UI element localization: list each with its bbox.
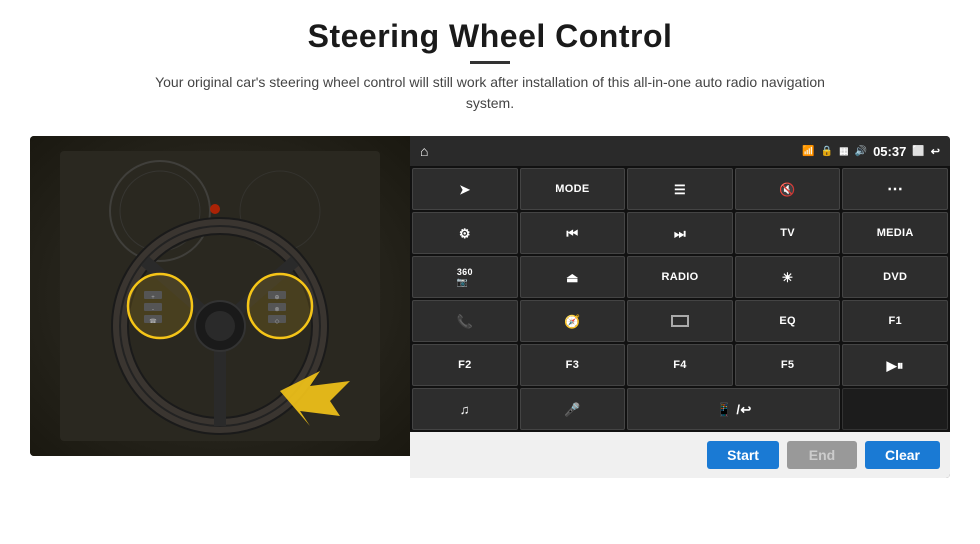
button-grid: ➤ MODE ☰ 🔇 ⋯ ⚙ ⏮ ⏭ TV MEDIA 360📷 ⏏ RADIO…	[410, 166, 950, 432]
btn-call[interactable]: 📱 /↩	[627, 388, 840, 430]
btn-empty	[842, 388, 948, 430]
sim-icon: ▦	[839, 146, 848, 157]
btn-eq[interactable]: EQ	[735, 300, 841, 342]
btn-brightness[interactable]: ☀	[735, 256, 841, 298]
svg-text:◇: ◇	[275, 319, 280, 325]
lock-icon: 🔒	[821, 146, 833, 157]
svg-text:⊕: ⊕	[274, 295, 279, 301]
content-area: + - ☎ ⊕ ⊗ ◇	[30, 136, 950, 478]
status-time: 05:37	[873, 144, 906, 159]
screen-icon: ⬜	[912, 146, 924, 157]
btn-prev[interactable]: ⏮	[520, 212, 626, 254]
btn-f2[interactable]: F2	[412, 344, 518, 386]
btn-music[interactable]: ♫	[412, 388, 518, 430]
home-icon[interactable]: ⌂	[420, 143, 428, 159]
wifi-icon: 📶	[802, 146, 814, 157]
btn-eject[interactable]: ⏏	[520, 256, 626, 298]
btn-next[interactable]: ⏭	[627, 212, 733, 254]
bt-icon: 🔊	[855, 146, 867, 157]
btn-f4[interactable]: F4	[627, 344, 733, 386]
btn-apps[interactable]: ⋯	[842, 168, 948, 210]
btn-screen-switch[interactable]	[627, 300, 733, 342]
svg-text:-: -	[152, 307, 154, 313]
action-bar: Start End Clear	[410, 432, 950, 478]
btn-menu[interactable]: ☰	[627, 168, 733, 210]
back-icon: ↩	[931, 145, 940, 158]
btn-play-pause[interactable]: ▶⏸	[842, 344, 948, 386]
btn-f5[interactable]: F5	[735, 344, 841, 386]
start-button[interactable]: Start	[707, 441, 779, 469]
btn-settings[interactable]: ⚙	[412, 212, 518, 254]
svg-text:+: +	[151, 295, 155, 301]
btn-dvd[interactable]: DVD	[842, 256, 948, 298]
btn-radio[interactable]: RADIO	[627, 256, 733, 298]
btn-cam360[interactable]: 360📷	[412, 256, 518, 298]
page-title: Steering Wheel Control	[150, 18, 830, 55]
btn-tv[interactable]: TV	[735, 212, 841, 254]
btn-mic[interactable]: 🎤	[520, 388, 626, 430]
btn-mute[interactable]: 🔇	[735, 168, 841, 210]
btn-phone[interactable]: 📞	[412, 300, 518, 342]
page-subtitle: Your original car's steering wheel contr…	[150, 72, 830, 114]
btn-f1[interactable]: F1	[842, 300, 948, 342]
clear-button[interactable]: Clear	[865, 441, 940, 469]
btn-f3[interactable]: F3	[520, 344, 626, 386]
status-bar: ⌂ 📶 🔒 ▦ 🔊 05:37 ⬜ ↩	[410, 136, 950, 166]
svg-text:⊗: ⊗	[274, 307, 279, 313]
btn-nav[interactable]: ➤	[412, 168, 518, 210]
title-section: Steering Wheel Control Your original car…	[150, 18, 830, 114]
svg-text:☎: ☎	[149, 318, 157, 325]
btn-media[interactable]: MEDIA	[842, 212, 948, 254]
dashboard-panel: ⌂ 📶 🔒 ▦ 🔊 05:37 ⬜ ↩ ➤ MODE ☰ 🔇	[410, 136, 950, 478]
end-button[interactable]: End	[787, 441, 857, 469]
btn-navi[interactable]: 🧭	[520, 300, 626, 342]
title-divider	[470, 61, 510, 64]
car-image: + - ☎ ⊕ ⊗ ◇	[30, 136, 410, 456]
btn-mode[interactable]: MODE	[520, 168, 626, 210]
